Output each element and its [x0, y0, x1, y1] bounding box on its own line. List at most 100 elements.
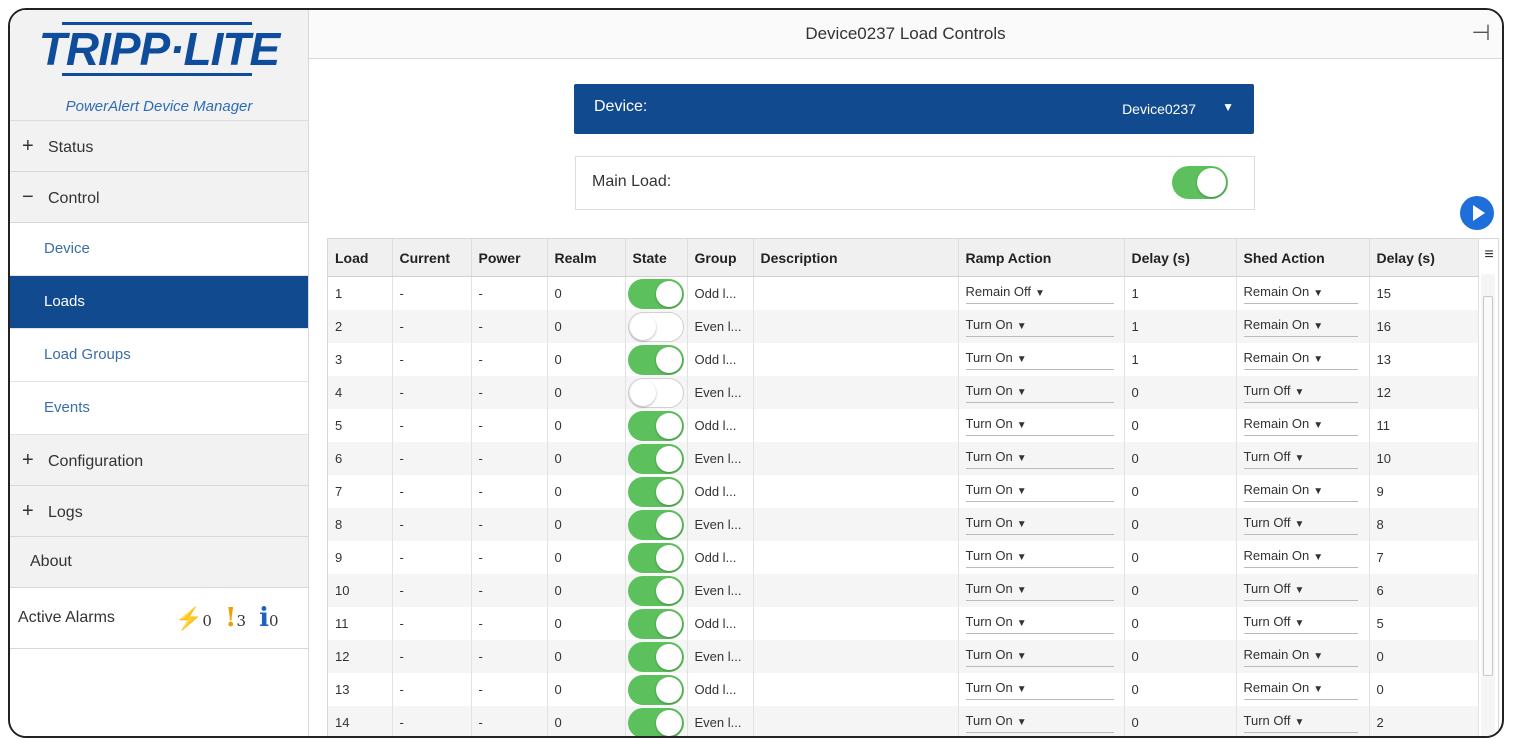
main-load-toggle[interactable] [1172, 166, 1228, 199]
column-header[interactable]: Delay (s) [1124, 239, 1237, 277]
shed-action-select[interactable]: Turn Off ▼ [1243, 613, 1358, 634]
load-state-toggle[interactable] [627, 542, 684, 573]
ramp-action-select[interactable]: Turn On ▼ [965, 448, 1114, 469]
scrollbar-thumb[interactable] [1483, 296, 1493, 676]
shed-delay-cell[interactable]: 16 [1369, 310, 1479, 343]
shed-delay-cell[interactable]: 12 [1369, 376, 1479, 409]
table-row[interactable]: 12- -0 Even l... Turn On ▼ 0 Remain On ▼ 0 [328, 640, 1479, 673]
shed-action-select[interactable]: Turn Off ▼ [1243, 712, 1358, 733]
table-scrollbar[interactable] [1481, 274, 1495, 736]
shed-action-select[interactable]: Remain On ▼ [1243, 316, 1358, 337]
table-row[interactable]: 6- -0 Even l... Turn On ▼ 0 Turn Off ▼ 10 [328, 442, 1479, 475]
load-state-toggle[interactable] [627, 707, 684, 736]
ramp-action-select[interactable]: Turn On ▼ [965, 514, 1114, 535]
shed-action-select[interactable]: Remain On ▼ [1243, 283, 1358, 304]
load-state-toggle[interactable] [627, 641, 684, 672]
column-header[interactable]: Description [753, 239, 959, 277]
ramp-action-select[interactable]: Turn On ▼ [965, 547, 1114, 568]
device-selector[interactable]: Device: Device0237 ▼ [574, 84, 1254, 134]
description-cell[interactable] [753, 607, 959, 640]
ramp-action-select[interactable]: Remain Off ▼ [965, 283, 1114, 304]
ramp-action-select[interactable]: Turn On ▼ [965, 382, 1114, 403]
nav-item-loads[interactable]: Loads [10, 276, 308, 329]
ramp-action-select[interactable]: Turn On ▼ [965, 613, 1114, 634]
shed-action-select[interactable]: Turn Off ▼ [1243, 448, 1358, 469]
table-row[interactable]: 4- -0 Even l... Turn On ▼ 0 Turn Off ▼ 12 [328, 376, 1479, 409]
ramp-action-select[interactable]: Turn On ▼ [965, 349, 1114, 370]
hamburger-menu-icon[interactable]: ≡ [1481, 246, 1497, 264]
description-cell[interactable] [753, 276, 959, 310]
column-header[interactable]: Realm [547, 239, 626, 277]
column-header[interactable]: Current [392, 239, 472, 277]
ramp-delay-cell[interactable]: 0 [1124, 706, 1237, 736]
shed-delay-cell[interactable]: 0 [1369, 673, 1479, 706]
ramp-delay-cell[interactable]: 0 [1124, 541, 1237, 574]
shed-delay-cell[interactable]: 5 [1369, 607, 1479, 640]
active-alarms[interactable]: Active Alarms ⚡0 !3 i0 [10, 588, 308, 649]
shed-action-select[interactable]: Remain On ▼ [1243, 349, 1358, 370]
ramp-delay-cell[interactable]: 0 [1124, 574, 1237, 607]
load-state-toggle[interactable] [627, 608, 684, 639]
nav-status[interactable]: + Status [10, 121, 308, 172]
shed-delay-cell[interactable]: 2 [1369, 706, 1479, 736]
description-cell[interactable] [753, 310, 959, 343]
column-header[interactable]: Group [687, 239, 754, 277]
description-cell[interactable] [753, 475, 959, 508]
table-row[interactable]: 7- -0 Odd l... Turn On ▼ 0 Remain On ▼ 9 [328, 475, 1479, 508]
shed-delay-cell[interactable]: 8 [1369, 508, 1479, 541]
nav-item-device[interactable]: Device [10, 223, 308, 276]
shed-delay-cell[interactable]: 6 [1369, 574, 1479, 607]
description-cell[interactable] [753, 640, 959, 673]
ramp-delay-cell[interactable]: 1 [1124, 310, 1237, 343]
table-row[interactable]: 8- -0 Even l... Turn On ▼ 0 Turn Off ▼ 8 [328, 508, 1479, 541]
description-cell[interactable] [753, 706, 959, 736]
nav-item-events[interactable]: Events [10, 382, 308, 435]
description-cell[interactable] [753, 673, 959, 706]
table-row[interactable]: 2- -0 Even l... Turn On ▼ 1 Remain On ▼ 16 [328, 310, 1479, 343]
shed-delay-cell[interactable]: 9 [1369, 475, 1479, 508]
ramp-action-select[interactable]: Turn On ▼ [965, 712, 1114, 733]
ramp-delay-cell[interactable]: 0 [1124, 376, 1237, 409]
description-cell[interactable] [753, 376, 959, 409]
column-header[interactable]: Shed Action [1236, 239, 1370, 277]
shed-action-select[interactable]: Turn Off ▼ [1243, 382, 1358, 403]
table-row[interactable]: 10- -0 Even l... Turn On ▼ 0 Turn Off ▼ 6 [328, 574, 1479, 607]
nav-control[interactable]: − Control [10, 172, 308, 223]
ramp-delay-cell[interactable]: 0 [1124, 607, 1237, 640]
description-cell[interactable] [753, 343, 959, 376]
shed-delay-cell[interactable]: 7 [1369, 541, 1479, 574]
ramp-delay-cell[interactable]: 0 [1124, 442, 1237, 475]
shed-action-select[interactable]: Turn Off ▼ [1243, 514, 1358, 535]
shed-action-select[interactable]: Remain On ▼ [1243, 679, 1358, 700]
table-row[interactable]: 5- -0 Odd l... Turn On ▼ 0 Remain On ▼ 11 [328, 409, 1479, 442]
column-header[interactable]: State [625, 239, 688, 277]
ramp-action-select[interactable]: Turn On ▼ [965, 646, 1114, 667]
ramp-delay-cell[interactable]: 0 [1124, 640, 1237, 673]
nav-item-load-groups[interactable]: Load Groups [10, 329, 308, 382]
table-row[interactable]: 14- -0 Even l... Turn On ▼ 0 Turn Off ▼ 2 [328, 706, 1479, 736]
ramp-action-select[interactable]: Turn On ▼ [965, 580, 1114, 601]
shed-delay-cell[interactable]: 11 [1369, 409, 1479, 442]
table-row[interactable]: 9- -0 Odd l... Turn On ▼ 0 Remain On ▼ 7 [328, 541, 1479, 574]
ramp-delay-cell[interactable]: 0 [1124, 673, 1237, 706]
ramp-delay-cell[interactable]: 1 [1124, 343, 1237, 376]
table-row[interactable]: 13- -0 Odd l... Turn On ▼ 0 Remain On ▼ 0 [328, 673, 1479, 706]
table-row[interactable]: 11- -0 Odd l... Turn On ▼ 0 Turn Off ▼ 5 [328, 607, 1479, 640]
ramp-delay-cell[interactable]: 1 [1124, 276, 1237, 310]
shed-action-select[interactable]: Remain On ▼ [1243, 481, 1358, 502]
load-state-toggle[interactable] [627, 575, 684, 606]
logout-icon[interactable]: ⊣ [1470, 22, 1492, 46]
ramp-action-select[interactable]: Turn On ▼ [965, 415, 1114, 436]
shed-action-select[interactable]: Remain On ▼ [1243, 415, 1358, 436]
shed-delay-cell[interactable]: 13 [1369, 343, 1479, 376]
load-state-toggle[interactable] [627, 410, 684, 441]
description-cell[interactable] [753, 442, 959, 475]
load-state-toggle[interactable] [627, 476, 684, 507]
ramp-delay-cell[interactable]: 0 [1124, 508, 1237, 541]
column-header[interactable]: Power [471, 239, 548, 277]
load-state-toggle[interactable] [627, 278, 684, 309]
load-state-toggle[interactable] [627, 311, 684, 342]
load-state-toggle[interactable] [627, 509, 684, 540]
load-state-toggle[interactable] [627, 377, 684, 408]
load-state-toggle[interactable] [627, 344, 684, 375]
